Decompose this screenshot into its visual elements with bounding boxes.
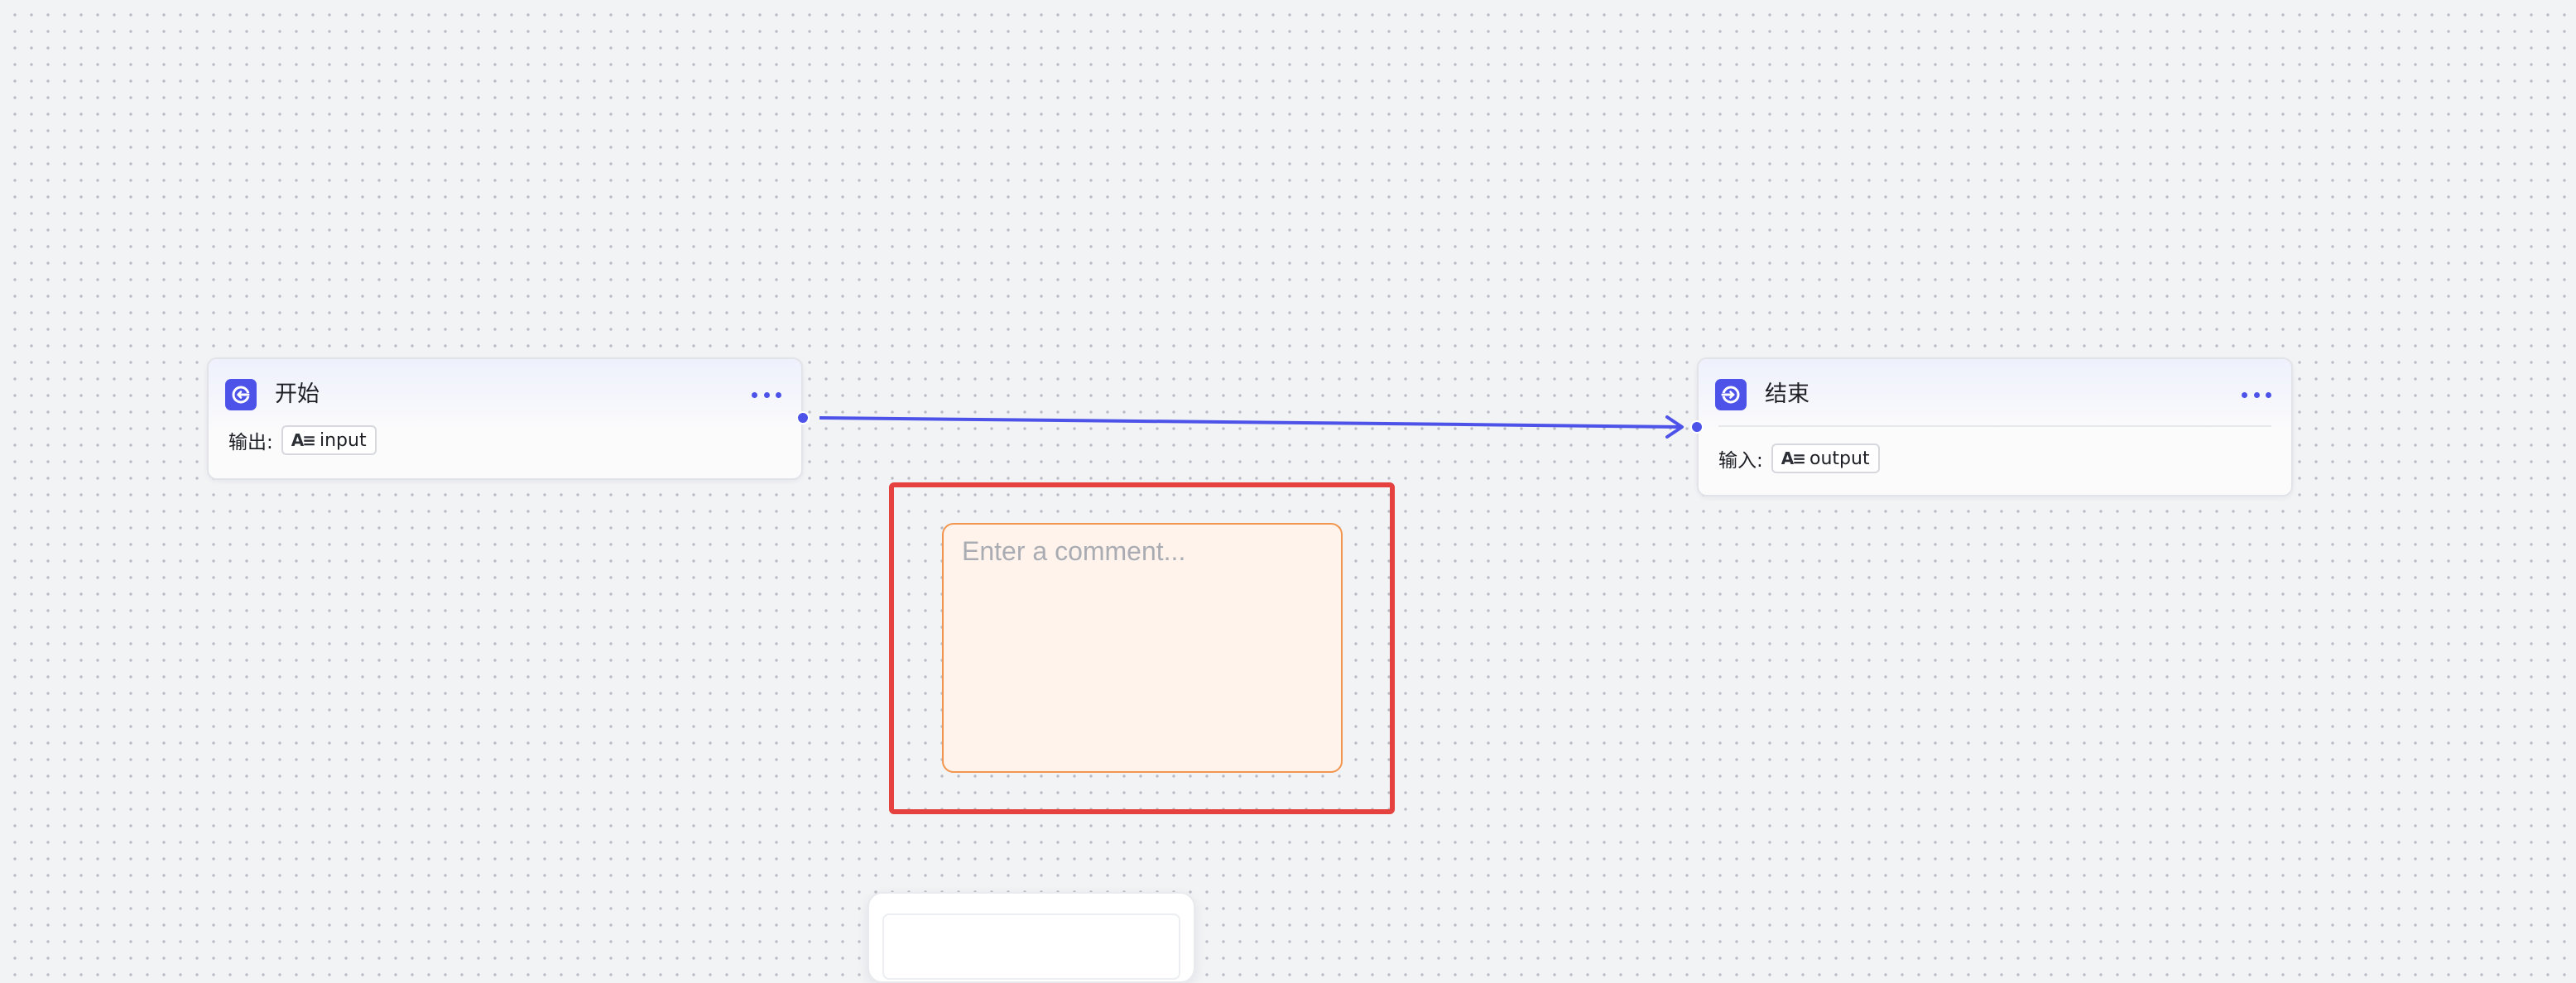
output-label: 输出: — [228, 432, 273, 453]
end-node[interactable]: 结束 输入: A≡ output — [1697, 357, 2293, 496]
string-type-icon: A≡ — [1781, 448, 1806, 468]
start-node-more-icon[interactable] — [752, 384, 781, 405]
input-variable-tag[interactable]: A≡ output — [1771, 444, 1880, 473]
end-node-divider — [1718, 425, 2271, 427]
input-label: 输入: — [1718, 450, 1763, 472]
comment-input[interactable] — [944, 525, 1341, 771]
output-variable-tag[interactable]: A≡ input — [281, 425, 377, 455]
start-node-output-row: 输出: A≡ input — [228, 425, 377, 455]
end-node-title: 结束 — [1765, 381, 1809, 407]
end-node-input-handle[interactable] — [1690, 420, 1704, 434]
start-node[interactable]: 开始 输出: A≡ input — [207, 357, 803, 480]
start-node-title: 开始 — [275, 381, 320, 407]
start-node-output-handle[interactable] — [796, 411, 810, 424]
output-variable-name: input — [320, 429, 367, 451]
connection-edge[interactable] — [819, 416, 1681, 429]
string-type-icon: A≡ — [291, 430, 316, 450]
start-node-icon — [225, 379, 257, 410]
edge-arrow-icon — [1665, 415, 1684, 439]
end-node-more-icon[interactable] — [2242, 384, 2271, 405]
bottom-toolbar-panel[interactable] — [867, 892, 1195, 983]
end-node-icon — [1715, 379, 1747, 410]
bottom-toolbar-inner — [882, 913, 1180, 980]
comment-node[interactable] — [942, 523, 1343, 773]
input-variable-name: output — [1809, 448, 1870, 469]
end-node-input-row: 输入: A≡ output — [1718, 444, 1880, 473]
workflow-canvas[interactable]: 开始 输出: A≡ input 结束 输入: A≡ output Enter a… — [0, 0, 2576, 983]
